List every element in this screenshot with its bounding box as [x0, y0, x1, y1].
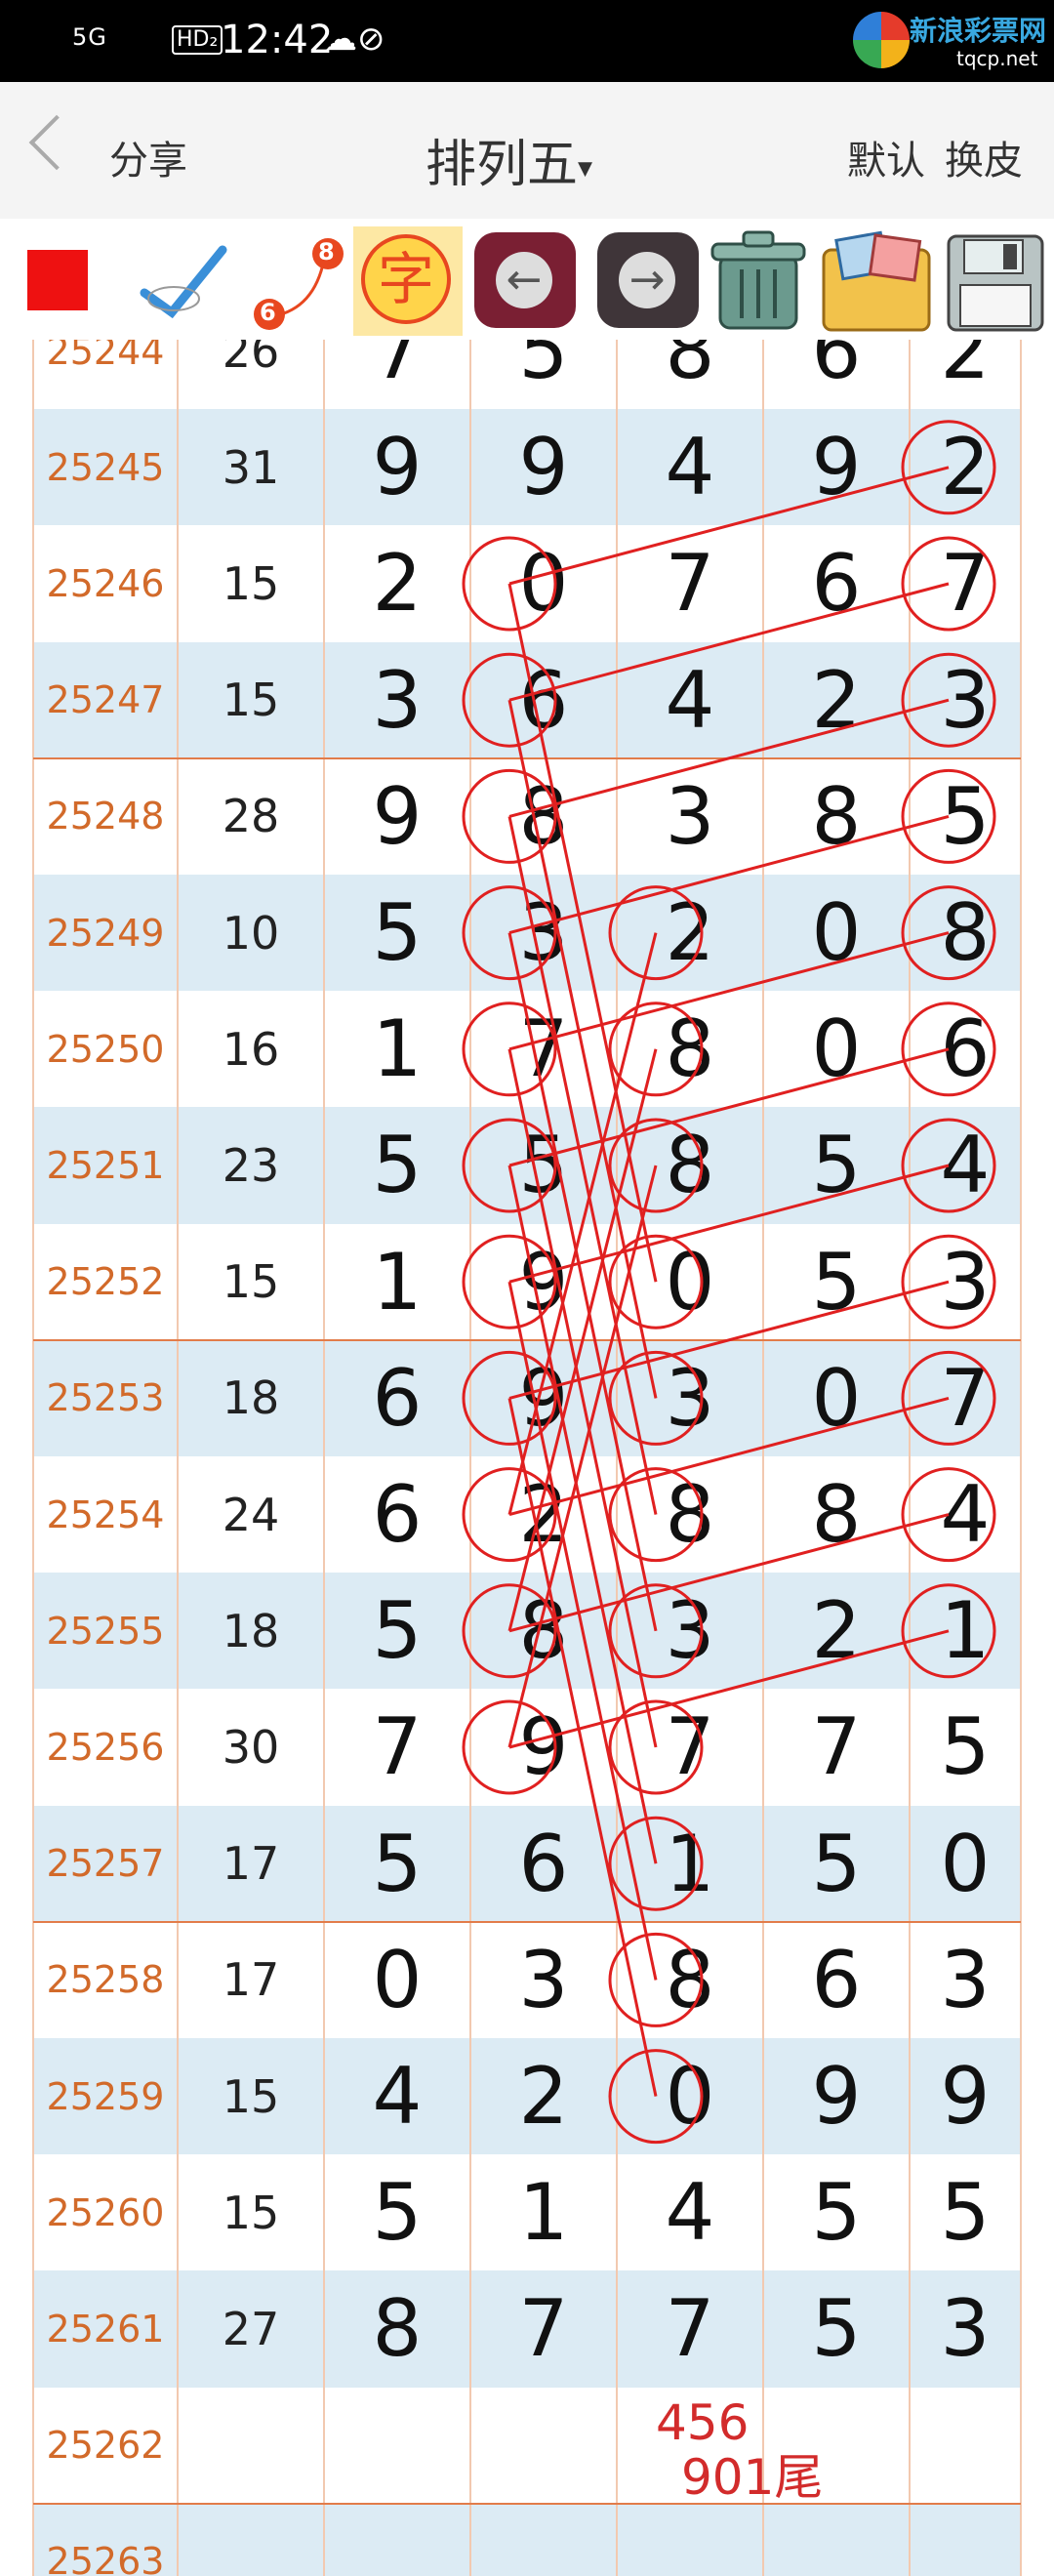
connection-line	[508, 582, 950, 702]
connection-line	[508, 1047, 950, 1167]
default-button[interactable]: 默认	[847, 129, 925, 185]
connection-line	[508, 1396, 950, 1517]
connection-line	[508, 814, 950, 935]
digit-circle-marker	[901, 1234, 996, 1329]
clock: 12:42	[221, 18, 334, 62]
share-button[interactable]: 分享	[109, 129, 187, 185]
connection-line	[508, 698, 950, 818]
trend-table: 25244 26 7 5 8 6 2 25245 31 9 9 4 9 2 25246 15 2 0 7 6 7 2524…	[0, 340, 1054, 2576]
save-floppy-icon[interactable]	[943, 230, 1048, 336]
page-title: 排列五	[426, 136, 579, 194]
badge-bottom: 6	[260, 299, 276, 326]
digit-circle-marker	[901, 420, 996, 515]
connection-line	[508, 1164, 950, 1284]
connection-line	[508, 1629, 950, 1749]
watermark-logo-icon	[853, 12, 910, 68]
site-watermark: 新浪彩票网 tqcp.net	[849, 6, 1054, 76]
connection-line	[508, 931, 950, 1051]
back-arrow-icon[interactable]	[28, 114, 85, 171]
notification-icons: ☁⊘	[324, 20, 385, 59]
annotation-overlay	[462, 420, 996, 2145]
signal-indicator: 5G	[72, 23, 107, 51]
navigation-bar: 分享 排列五▾ 默认 换皮	[0, 82, 1054, 219]
toolbar: 8 6 字 ← →	[0, 219, 1054, 340]
connection-line	[507, 699, 658, 1399]
connection-line	[507, 1048, 658, 1748]
change-skin-button[interactable]: 换皮	[945, 129, 1023, 185]
connection-line	[507, 583, 658, 1283]
text-tool-button[interactable]: 字	[353, 226, 463, 336]
connection-line	[507, 1165, 658, 1864]
trash-icon[interactable]	[705, 226, 812, 336]
previous-button[interactable]: ←	[474, 232, 576, 328]
watermark-title: 新浪彩票网	[910, 15, 1047, 47]
connection-line	[508, 466, 950, 586]
lottery-type-selector[interactable]: 排列五▾	[426, 123, 592, 196]
check-mark-tool-icon[interactable]	[139, 236, 228, 326]
digit-circle-marker	[608, 2049, 704, 2145]
photo-album-icon[interactable]	[818, 230, 935, 336]
left-arrow-icon: ←	[496, 252, 552, 308]
connect-line-tool-icon[interactable]: 8 6	[246, 230, 347, 332]
hd-voice-indicator: HD₂	[172, 25, 223, 55]
dropdown-arrow-icon: ▾	[578, 150, 593, 185]
red-color-swatch-button[interactable]	[27, 250, 88, 310]
status-bar: 5G HD₂ 12:42 ☁⊘ 新浪彩票网 tqcp.net	[0, 0, 1054, 82]
connection-line	[507, 932, 658, 1515]
watermark-url: tqcp.net	[956, 47, 1038, 70]
badge-top: 8	[318, 238, 335, 266]
connection-line	[508, 1280, 950, 1400]
connection-line	[507, 816, 658, 1515]
connection-line	[507, 1165, 658, 1748]
connection-line	[507, 932, 658, 1632]
connection-line	[508, 1513, 950, 1633]
connection-line	[507, 1048, 658, 1632]
next-button[interactable]: →	[597, 232, 699, 328]
connection-line	[507, 1398, 658, 2097]
text-tool-icon: 字	[361, 234, 451, 324]
right-arrow-icon: →	[619, 252, 675, 308]
connection-line	[507, 1281, 658, 1981]
